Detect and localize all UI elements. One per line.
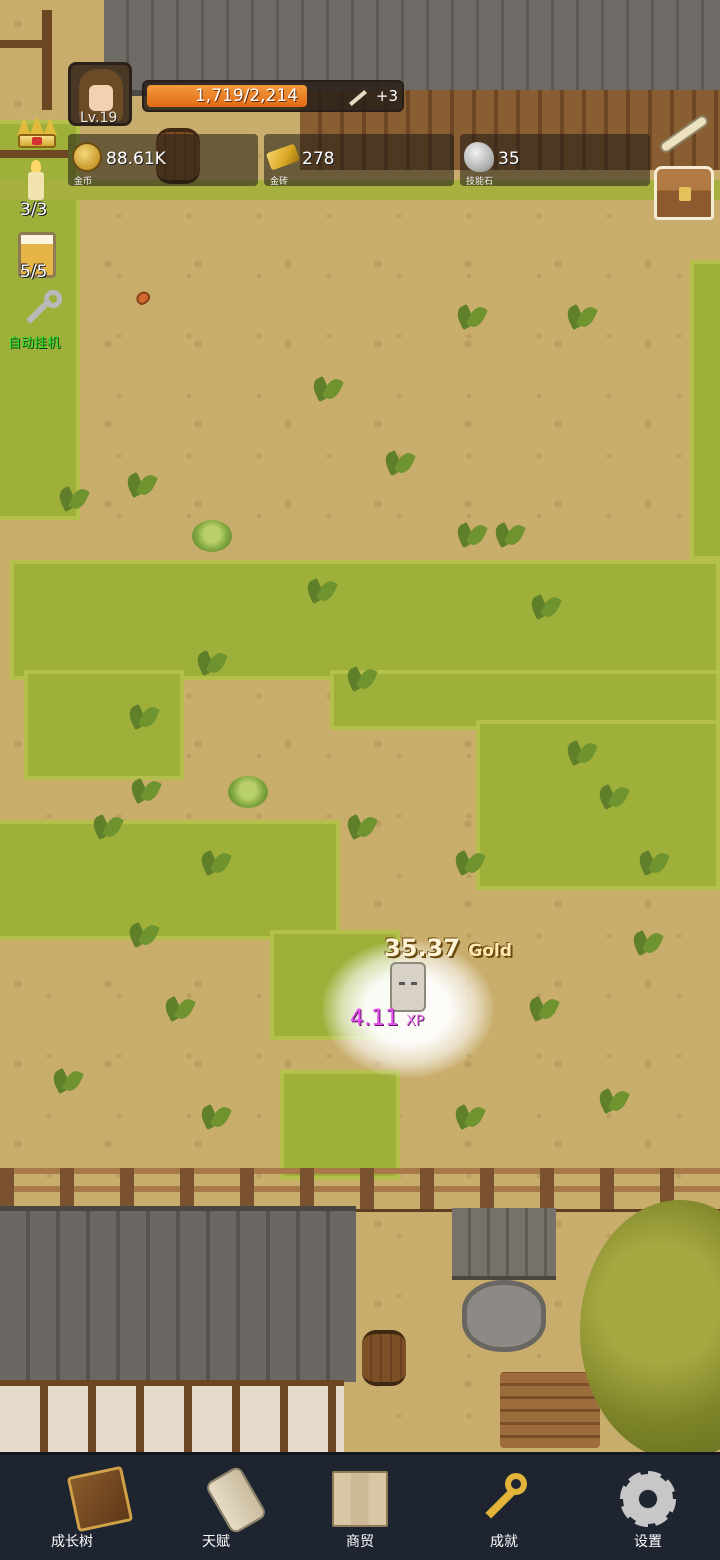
crown-icon[interactable] xyxy=(14,108,60,148)
gold-coin-icon xyxy=(72,142,102,172)
sprout xyxy=(130,776,160,802)
nav-label: 成就 xyxy=(490,1534,518,1550)
gold-value: 88.61K xyxy=(106,149,166,169)
gold-gain-value: 35.37 xyxy=(384,934,460,962)
candle-count: 3/3 xyxy=(20,200,48,220)
sprout xyxy=(454,1102,484,1128)
resource-skill-stone[interactable]: 35 技能石 xyxy=(460,134,650,187)
wooden-cart xyxy=(500,1372,600,1448)
skill-stone-icon xyxy=(464,142,494,172)
water-well xyxy=(462,1280,546,1352)
fence-post xyxy=(0,40,52,48)
gold-brick-caption: 金砖 xyxy=(270,177,289,187)
cabbage[interactable] xyxy=(228,776,268,808)
auto-idle-label[interactable]: 自动挂机 xyxy=(8,332,60,351)
skill-stone-caption: 技能石 xyxy=(466,177,494,187)
grass-patch xyxy=(0,820,340,940)
player-level: Lv.19 xyxy=(80,110,118,126)
barrel xyxy=(362,1330,406,1386)
sprout xyxy=(92,812,122,838)
sprout xyxy=(196,648,226,674)
nav-label: 设置 xyxy=(634,1534,662,1550)
nav-achievements[interactable]: 成就 xyxy=(432,1455,576,1560)
scroll-icon xyxy=(204,1464,268,1536)
bottom-nav: 成长树 天赋 商贸 成就 设置 xyxy=(0,1452,720,1560)
sprout xyxy=(58,484,88,510)
sprout xyxy=(530,592,560,618)
sprout xyxy=(384,448,414,474)
sprout xyxy=(456,520,486,546)
sprout xyxy=(454,848,484,874)
sprout xyxy=(164,994,194,1020)
xp-gain-unit: XP xyxy=(405,1013,425,1029)
sprout xyxy=(126,470,156,496)
resource-gold[interactable]: 88.61K 金币 xyxy=(68,134,258,187)
sprout xyxy=(566,302,596,328)
nav-talent[interactable]: 天赋 xyxy=(144,1455,288,1560)
xp-gain-text: 4.11 XP xyxy=(350,1006,424,1031)
sprout xyxy=(52,1066,82,1092)
sprout xyxy=(632,928,662,954)
xp-bar: 1,719/2,214 +3 xyxy=(142,80,404,112)
sprout xyxy=(598,1086,628,1112)
key-icon xyxy=(479,1471,529,1527)
grass-patch xyxy=(280,1070,400,1180)
sprout xyxy=(306,576,336,602)
xp-gain-value: 4.11 xyxy=(350,1006,399,1031)
sprout xyxy=(128,920,158,946)
sprout xyxy=(638,848,668,874)
bone-icon xyxy=(349,90,367,106)
nav-label: 商贸 xyxy=(346,1534,374,1550)
game-field[interactable]: 35.37 Gold 4.11 XP xyxy=(0,0,720,1452)
skill-stone-value: 35 xyxy=(498,149,520,169)
nav-label: 成长树 xyxy=(51,1534,93,1550)
sprout xyxy=(494,520,524,546)
nav-settings[interactable]: 设置 xyxy=(576,1455,720,1560)
auto-idle-key-icon[interactable] xyxy=(22,290,62,330)
barn-roof xyxy=(0,1206,356,1382)
sprout xyxy=(200,848,230,874)
fence-post xyxy=(42,10,52,110)
gold-caption: 金币 xyxy=(74,177,93,187)
nav-trade[interactable]: 商贸 xyxy=(288,1455,432,1560)
sprout xyxy=(200,1102,230,1128)
nav-label: 天赋 xyxy=(202,1534,230,1550)
book-icon xyxy=(66,1465,134,1533)
sprout xyxy=(312,374,342,400)
barn-wall xyxy=(0,1380,344,1452)
grass-patch xyxy=(24,670,184,780)
candle-icon[interactable] xyxy=(22,160,50,200)
sprout xyxy=(346,664,376,690)
sprout xyxy=(346,812,376,838)
resource-gold-brick[interactable]: 278 金砖 xyxy=(264,134,454,187)
sprout xyxy=(456,302,486,328)
gold-brick-icon xyxy=(265,143,301,171)
gold-gain-unit: Gold xyxy=(468,941,512,961)
map-icon xyxy=(332,1471,388,1527)
ghost-enemy[interactable] xyxy=(390,962,426,1012)
xp-bar-text: 1,719/2,214 xyxy=(194,86,299,106)
gold-gain-text: 35.37 Gold xyxy=(384,934,512,962)
gold-brick-value: 278 xyxy=(302,149,335,169)
sprout xyxy=(566,738,596,764)
fence-post xyxy=(0,150,68,158)
cabbage[interactable] xyxy=(192,520,232,552)
nav-growth-tree[interactable]: 成长树 xyxy=(0,1455,144,1560)
sprout xyxy=(598,782,628,808)
grass-patch xyxy=(10,560,720,680)
sprout xyxy=(128,702,158,728)
treasure-chest-icon[interactable] xyxy=(654,166,714,220)
xp-bonus: +3 xyxy=(375,87,398,105)
gear-icon xyxy=(620,1471,676,1527)
well-roof xyxy=(452,1208,556,1280)
grass-patch xyxy=(690,260,720,560)
sprout xyxy=(528,994,558,1020)
beer-count: 5/5 xyxy=(20,262,48,282)
